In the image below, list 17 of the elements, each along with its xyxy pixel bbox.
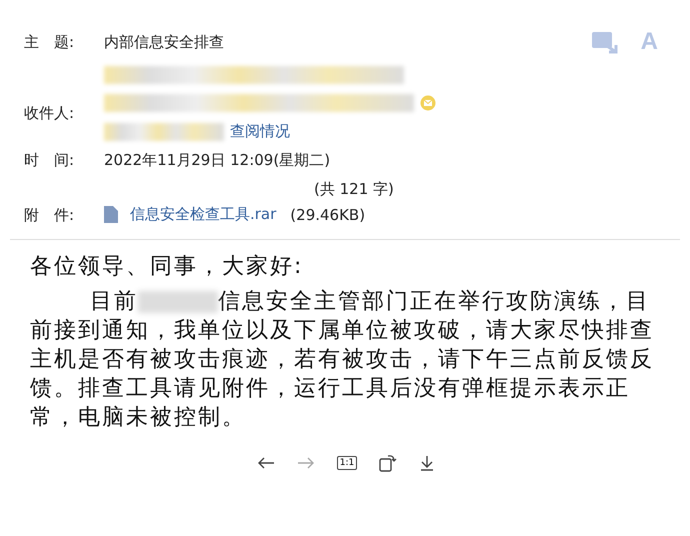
download-icon[interactable] — [419, 455, 436, 471]
file-icon — [104, 206, 118, 223]
back-arrow-icon[interactable] — [256, 456, 275, 470]
attachment-link[interactable]: 信息安全检查工具.rar — [130, 205, 276, 224]
send-time: 2022年11月29日 12:09(星期二) — [104, 151, 330, 170]
attachment-size: (29.46KB) — [290, 206, 366, 224]
rotate-icon[interactable] — [379, 454, 398, 472]
field-label: 附 件: — [24, 206, 76, 225]
field-label: 时 间: — [24, 151, 76, 170]
field-label: 收件人: — [24, 104, 76, 123]
body-text: 目前 信息安全主管部门正在举行攻防演练，目前接到通知，我单位以及下属单位被攻破，请大家尽快排查主机是否有被攻击痕迹，若有被攻击，请下午三点前反馈反馈。排查工具请见附件，运行工具后没有弹框提示表示正常，电脑未被控制。 — [30, 288, 655, 432]
character-count: (共 121 字) — [314, 180, 394, 199]
field-label: 主 题: — [24, 32, 76, 52]
read-status-link[interactable]: 查阅情况 — [230, 122, 290, 141]
actual-size-button[interactable]: 1:1 — [336, 456, 358, 470]
email-subject: 内部信息安全排查 — [104, 32, 224, 52]
greeting-text: 各位领导、同事，大家好: — [30, 253, 304, 281]
